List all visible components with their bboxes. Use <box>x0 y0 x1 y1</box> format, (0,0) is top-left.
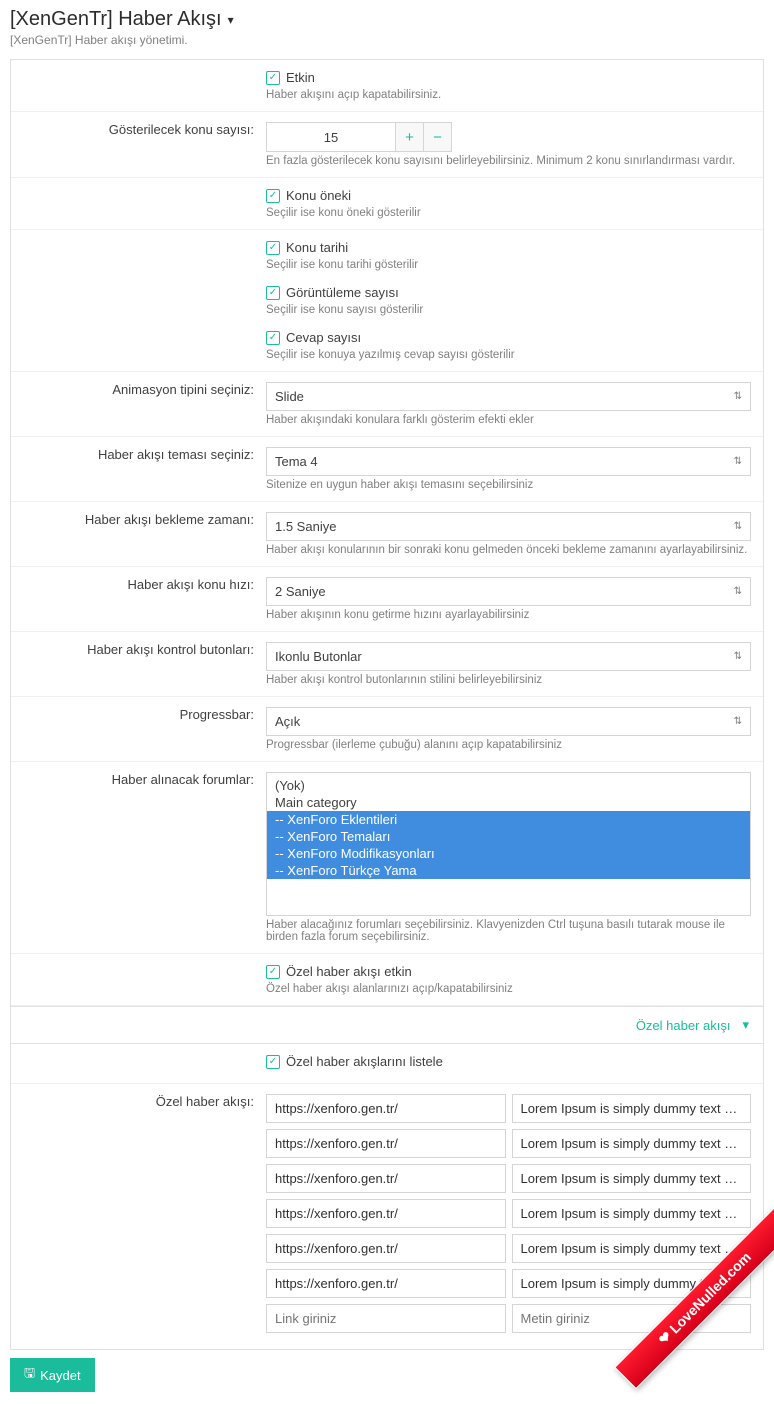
label-ozel: Özel haber akışı: <box>11 1084 266 1349</box>
check-icon: ✓ <box>266 965 280 979</box>
select-kontrol[interactable]: Ikonlu Butonlar⇅ <box>266 642 751 671</box>
decrement-button[interactable]: − <box>424 122 452 152</box>
check-icon: ✓ <box>266 241 280 255</box>
input-url[interactable] <box>266 1269 506 1298</box>
multiselect-option[interactable]: -- XenForo Türkçe Yama <box>267 862 750 879</box>
increment-button[interactable]: + <box>396 122 424 152</box>
save-icon: 🖫 <box>24 1364 35 1386</box>
input-url-empty[interactable] <box>266 1304 506 1333</box>
caret-down-icon: ▾ <box>228 13 234 27</box>
hint: Özel haber akışı alanlarınızı açıp/kapat… <box>266 983 751 995</box>
select-hiz[interactable]: 2 Saniye⇅ <box>266 577 751 606</box>
page-title[interactable]: [XenGenTr] Haber Akışı ▾ <box>10 8 764 31</box>
hint: Haber akışındaki konulara farklı gösteri… <box>266 414 751 426</box>
multiselect-forumlar[interactable]: (Yok)Main category-- XenForo Eklentileri… <box>266 772 751 916</box>
updown-icon: ⇅ <box>734 651 742 662</box>
label-forumlar: Haber alınacak forumlar: <box>11 762 266 953</box>
updown-icon: ⇅ <box>734 521 742 532</box>
updown-icon: ⇅ <box>734 456 742 467</box>
input-url[interactable] <box>266 1164 506 1193</box>
hint: Haber akışının konu getirme hızını ayarl… <box>266 609 751 621</box>
label-bekleme: Haber akışı bekleme zamanı: <box>11 502 266 566</box>
checkbox-listele[interactable]: ✓ Özel haber akışlarını listele <box>266 1054 751 1069</box>
input-text[interactable] <box>512 1129 752 1158</box>
hint: Haber akışı konularının bir sonraki konu… <box>266 544 751 556</box>
hint: Progressbar (ilerleme çubuğu) alanını aç… <box>266 739 751 751</box>
input-text[interactable] <box>512 1094 752 1123</box>
caret-down-icon: ▾ <box>742 1017 749 1033</box>
input-url[interactable] <box>266 1234 506 1263</box>
check-icon: ✓ <box>266 286 280 300</box>
hint: Seçilir ise konuya yazılmış cevap sayısı… <box>266 349 751 361</box>
checkbox-ozel-etkin[interactable]: ✓ Özel haber akışı etkin <box>266 964 751 979</box>
select-progressbar[interactable]: Açık⇅ <box>266 707 751 736</box>
input-text[interactable] <box>512 1199 752 1228</box>
multiselect-option[interactable]: Main category <box>267 794 750 811</box>
page-subtitle: [XenGenTr] Haber akışı yönetimi. <box>10 33 764 47</box>
label-kontrol: Haber akışı kontrol butonları: <box>11 632 266 696</box>
check-icon: ✓ <box>266 1055 280 1069</box>
hint: En fazla gösterilecek konu sayısını beli… <box>266 155 751 167</box>
input-url[interactable] <box>266 1129 506 1158</box>
section-header-ozel[interactable]: Özel haber akışı ▾ <box>11 1006 763 1044</box>
label-tema: Haber akışı teması seçiniz: <box>11 437 266 501</box>
hint: Seçilir ise konu sayısı gösterilir <box>266 304 751 316</box>
label-hiz: Haber akışı konu hızı: <box>11 567 266 631</box>
label-konu-sayisi: Gösterilecek konu sayısı: <box>11 112 266 177</box>
check-icon: ✓ <box>266 331 280 345</box>
multiselect-option[interactable]: -- XenForo Temaları <box>267 828 750 845</box>
input-text[interactable] <box>512 1164 752 1193</box>
select-animasyon[interactable]: Slide⇅ <box>266 382 751 411</box>
multiselect-option[interactable]: -- XenForo Eklentileri <box>267 811 750 828</box>
input-url[interactable] <box>266 1199 506 1228</box>
hint: Haber akışı kontrol butonlarının stilini… <box>266 674 751 686</box>
hint: Seçilir ise konu tarihi gösterilir <box>266 259 751 271</box>
multiselect-option[interactable]: (Yok) <box>267 777 750 794</box>
input-url[interactable] <box>266 1094 506 1123</box>
checkbox-etkin[interactable]: ✓ Etkin <box>266 70 751 85</box>
select-tema[interactable]: Tema 4⇅ <box>266 447 751 476</box>
input-text[interactable] <box>512 1234 752 1263</box>
updown-icon: ⇅ <box>734 391 742 402</box>
hint: Seçilir ise konu öneki gösterilir <box>266 207 751 219</box>
checkbox-cevap[interactable]: ✓ Cevap sayısı <box>266 330 751 345</box>
checkbox-konu-tarihi[interactable]: ✓ Konu tarihi <box>266 240 751 255</box>
label-progressbar: Progressbar: <box>11 697 266 761</box>
updown-icon: ⇅ <box>734 586 742 597</box>
multiselect-option[interactable]: -- XenForo Modifikasyonları <box>267 845 750 862</box>
select-bekleme[interactable]: 1.5 Saniye⇅ <box>266 512 751 541</box>
hint: Sitenize en uygun haber akışı temasını s… <box>266 479 751 491</box>
input-konu-sayisi[interactable] <box>266 122 396 152</box>
checkbox-konu-oneki[interactable]: ✓ Konu öneki <box>266 188 751 203</box>
hint: Haber akışını açıp kapatabilirsiniz. <box>266 89 751 101</box>
save-button[interactable]: 🖫 Kaydet <box>10 1358 95 1392</box>
label-animasyon: Animasyon tipini seçiniz: <box>11 372 266 436</box>
checkbox-goruntuleme[interactable]: ✓ Görüntüleme sayısı <box>266 285 751 300</box>
check-icon: ✓ <box>266 189 280 203</box>
updown-icon: ⇅ <box>734 716 742 727</box>
check-icon: ✓ <box>266 71 280 85</box>
hint: Haber alacağınız forumları seçebilirsini… <box>266 919 751 943</box>
